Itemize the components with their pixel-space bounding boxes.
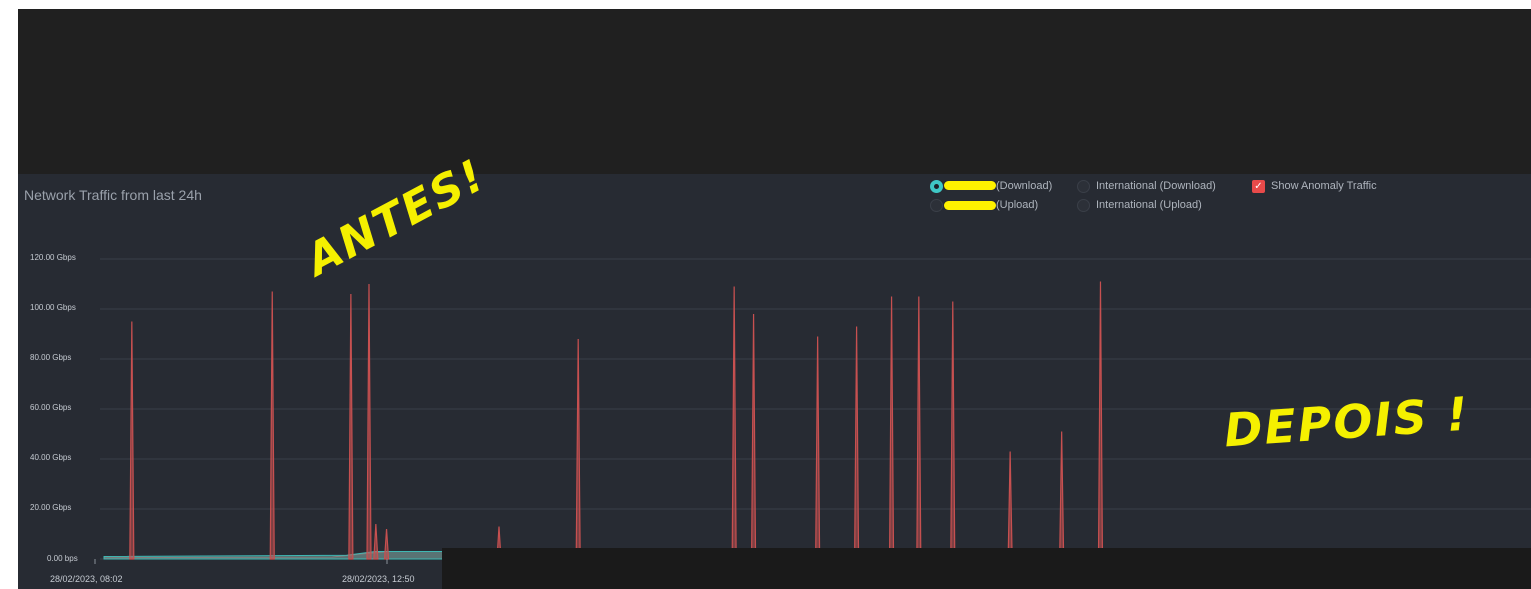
anomaly-spike	[383, 528, 390, 560]
anomaly-spike	[1007, 451, 1013, 560]
anomaly-spike	[269, 291, 275, 560]
anomaly-spike	[916, 296, 922, 560]
anomaly-spike	[348, 293, 354, 560]
anomaly-spike	[950, 301, 956, 560]
anomaly-spike	[731, 286, 737, 560]
x-tick-label: 28/02/2023, 12:50	[342, 574, 415, 584]
anomaly-spike	[129, 321, 135, 560]
anomaly-spike	[366, 283, 372, 560]
x-tick-label: 28/02/2023, 08:02	[50, 574, 123, 584]
chart-plot-area	[94, 258, 1531, 564]
anomaly-spike	[888, 296, 895, 560]
anomaly-spike	[1059, 431, 1065, 560]
anomaly-spike	[575, 338, 581, 560]
cropped-overlay	[442, 548, 1531, 589]
anomaly-spike	[373, 523, 379, 560]
anomaly-spike	[815, 336, 821, 560]
anomaly-spike	[750, 313, 757, 560]
anomaly-spike	[1097, 281, 1104, 560]
anomaly-spike	[853, 326, 860, 560]
